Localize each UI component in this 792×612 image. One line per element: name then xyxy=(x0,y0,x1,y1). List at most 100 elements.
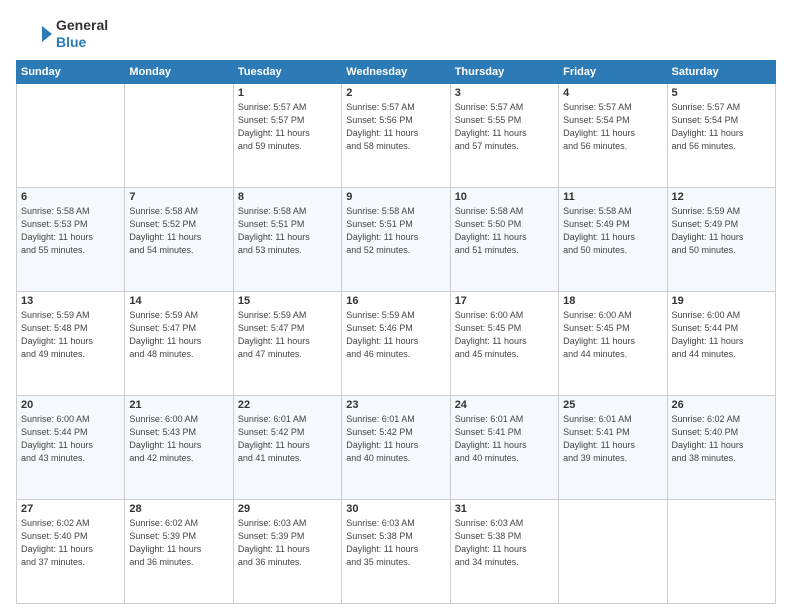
day-info: Sunrise: 5:57 AM Sunset: 5:55 PM Dayligh… xyxy=(455,101,554,153)
day-number: 11 xyxy=(563,191,662,203)
day-number: 4 xyxy=(563,87,662,99)
calendar-cell: 28 Sunrise: 6:02 AM Sunset: 5:39 PM Dayli… xyxy=(125,500,233,604)
day-header: Tuesday xyxy=(233,61,341,84)
header-row: SundayMondayTuesdayWednesdayThursdayFrid… xyxy=(17,61,776,84)
calendar-cell: 30 Sunrise: 6:03 AM Sunset: 5:38 PM Dayli… xyxy=(342,500,450,604)
day-number: 22 xyxy=(238,399,337,411)
calendar-cell: 15Sunrise: 5:59 AM Sunset: 5:47 PM Dayli… xyxy=(233,292,341,396)
day-number: 23 xyxy=(346,399,445,411)
calendar-cell: 4Sunrise: 5:57 AM Sunset: 5:54 PM Daylig… xyxy=(559,84,667,188)
day-number: 17 xyxy=(455,295,554,307)
calendar-week: 20 Sunrise: 6:00 AM Sunset: 5:44 PM Dayli… xyxy=(17,396,776,500)
day-info: Sunrise: 6:00 AM Sunset: 5:43 PM Dayligh… xyxy=(129,413,228,465)
day-info: Sunrise: 5:57 AM Sunset: 5:56 PM Dayligh… xyxy=(346,101,445,153)
day-number: 27 xyxy=(21,503,120,515)
day-info: Sunrise: 6:03 AM Sunset: 5:38 PM Dayligh… xyxy=(346,517,445,569)
day-info: Sunrise: 6:02 AM Sunset: 5:40 PM Dayligh… xyxy=(21,517,120,569)
calendar-cell: 8Sunrise: 5:58 AM Sunset: 5:51 PM Daylig… xyxy=(233,188,341,292)
day-number: 13 xyxy=(21,295,120,307)
calendar-cell: 12 Sunrise: 5:59 AM Sunset: 5:49 PM Dayli… xyxy=(667,188,775,292)
day-number: 26 xyxy=(672,399,771,411)
day-info: Sunrise: 6:01 AM Sunset: 5:42 PM Dayligh… xyxy=(346,413,445,465)
calendar-cell: 1 Sunrise: 5:57 AM Sunset: 5:57 PM Daylig… xyxy=(233,84,341,188)
day-number: 20 xyxy=(21,399,120,411)
calendar-cell: 7Sunrise: 5:58 AM Sunset: 5:52 PM Daylig… xyxy=(125,188,233,292)
day-info: Sunrise: 5:58 AM Sunset: 5:49 PM Dayligh… xyxy=(563,205,662,257)
day-header: Sunday xyxy=(17,61,125,84)
day-header: Wednesday xyxy=(342,61,450,84)
day-info: Sunrise: 5:58 AM Sunset: 5:51 PM Dayligh… xyxy=(238,205,337,257)
day-number: 19 xyxy=(672,295,771,307)
calendar-cell: 5 Sunrise: 5:57 AM Sunset: 5:54 PM Daylig… xyxy=(667,84,775,188)
day-info: Sunrise: 5:58 AM Sunset: 5:50 PM Dayligh… xyxy=(455,205,554,257)
calendar-cell: 11 Sunrise: 5:58 AM Sunset: 5:49 PM Dayli… xyxy=(559,188,667,292)
calendar-cell: 23 Sunrise: 6:01 AM Sunset: 5:42 PM Dayli… xyxy=(342,396,450,500)
logo: GeneralBlue xyxy=(16,16,108,52)
calendar-cell: 17 Sunrise: 6:00 AM Sunset: 5:45 PM Dayli… xyxy=(450,292,558,396)
day-info: Sunrise: 5:59 AM Sunset: 5:48 PM Dayligh… xyxy=(21,309,120,361)
day-number: 14 xyxy=(129,295,228,307)
calendar-cell: 20 Sunrise: 6:00 AM Sunset: 5:44 PM Dayli… xyxy=(17,396,125,500)
day-info: Sunrise: 5:57 AM Sunset: 5:57 PM Dayligh… xyxy=(238,101,337,153)
header: GeneralBlue xyxy=(16,12,776,52)
calendar-cell xyxy=(17,84,125,188)
day-number: 30 xyxy=(346,503,445,515)
day-info: Sunrise: 6:02 AM Sunset: 5:39 PM Dayligh… xyxy=(129,517,228,569)
day-info: Sunrise: 6:00 AM Sunset: 5:45 PM Dayligh… xyxy=(563,309,662,361)
day-info: Sunrise: 6:00 AM Sunset: 5:44 PM Dayligh… xyxy=(672,309,771,361)
day-number: 5 xyxy=(672,87,771,99)
day-info: Sunrise: 5:58 AM Sunset: 5:51 PM Dayligh… xyxy=(346,205,445,257)
logo-blue: Blue xyxy=(56,34,108,51)
calendar-table: SundayMondayTuesdayWednesdayThursdayFrid… xyxy=(16,60,776,604)
calendar-week: 13 Sunrise: 5:59 AM Sunset: 5:48 PM Dayli… xyxy=(17,292,776,396)
calendar-cell: 3 Sunrise: 5:57 AM Sunset: 5:55 PM Daylig… xyxy=(450,84,558,188)
day-info: Sunrise: 6:00 AM Sunset: 5:44 PM Dayligh… xyxy=(21,413,120,465)
calendar-header: SundayMondayTuesdayWednesdayThursdayFrid… xyxy=(17,61,776,84)
day-header: Friday xyxy=(559,61,667,84)
day-number: 1 xyxy=(238,87,337,99)
day-info: Sunrise: 5:57 AM Sunset: 5:54 PM Dayligh… xyxy=(672,101,771,153)
day-info: Sunrise: 5:59 AM Sunset: 5:49 PM Dayligh… xyxy=(672,205,771,257)
calendar-cell: 31Sunrise: 6:03 AM Sunset: 5:38 PM Dayli… xyxy=(450,500,558,604)
day-number: 18 xyxy=(563,295,662,307)
day-number: 3 xyxy=(455,87,554,99)
day-info: Sunrise: 5:59 AM Sunset: 5:46 PM Dayligh… xyxy=(346,309,445,361)
calendar-cell: 18 Sunrise: 6:00 AM Sunset: 5:45 PM Dayli… xyxy=(559,292,667,396)
day-info: Sunrise: 6:01 AM Sunset: 5:41 PM Dayligh… xyxy=(563,413,662,465)
day-info: Sunrise: 6:03 AM Sunset: 5:38 PM Dayligh… xyxy=(455,517,554,569)
day-info: Sunrise: 6:03 AM Sunset: 5:39 PM Dayligh… xyxy=(238,517,337,569)
day-info: Sunrise: 6:01 AM Sunset: 5:41 PM Dayligh… xyxy=(455,413,554,465)
day-number: 16 xyxy=(346,295,445,307)
day-info: Sunrise: 5:58 AM Sunset: 5:53 PM Dayligh… xyxy=(21,205,120,257)
calendar-body: 1 Sunrise: 5:57 AM Sunset: 5:57 PM Daylig… xyxy=(17,84,776,604)
calendar-cell: 2 Sunrise: 5:57 AM Sunset: 5:56 PM Daylig… xyxy=(342,84,450,188)
day-info: Sunrise: 5:58 AM Sunset: 5:52 PM Dayligh… xyxy=(129,205,228,257)
day-header: Thursday xyxy=(450,61,558,84)
calendar-cell: 6Sunrise: 5:58 AM Sunset: 5:53 PM Daylig… xyxy=(17,188,125,292)
calendar-week: 6Sunrise: 5:58 AM Sunset: 5:53 PM Daylig… xyxy=(17,188,776,292)
logo-general: General xyxy=(56,17,108,34)
calendar-cell: 21Sunrise: 6:00 AM Sunset: 5:43 PM Dayli… xyxy=(125,396,233,500)
calendar-cell: 13 Sunrise: 5:59 AM Sunset: 5:48 PM Dayli… xyxy=(17,292,125,396)
calendar-cell: 22Sunrise: 6:01 AM Sunset: 5:42 PM Dayli… xyxy=(233,396,341,500)
calendar-cell: 16 Sunrise: 5:59 AM Sunset: 5:46 PM Dayli… xyxy=(342,292,450,396)
calendar-week: 27 Sunrise: 6:02 AM Sunset: 5:40 PM Dayli… xyxy=(17,500,776,604)
calendar-cell: 27 Sunrise: 6:02 AM Sunset: 5:40 PM Dayli… xyxy=(17,500,125,604)
calendar-cell: 26 Sunrise: 6:02 AM Sunset: 5:40 PM Dayli… xyxy=(667,396,775,500)
logo-text: GeneralBlue xyxy=(56,17,108,51)
calendar-cell: 19 Sunrise: 6:00 AM Sunset: 5:44 PM Dayli… xyxy=(667,292,775,396)
calendar-cell: 9Sunrise: 5:58 AM Sunset: 5:51 PM Daylig… xyxy=(342,188,450,292)
calendar-cell: 25Sunrise: 6:01 AM Sunset: 5:41 PM Dayli… xyxy=(559,396,667,500)
day-number: 29 xyxy=(238,503,337,515)
day-info: Sunrise: 5:59 AM Sunset: 5:47 PM Dayligh… xyxy=(129,309,228,361)
page: GeneralBlue SundayMondayTuesdayWednesday… xyxy=(0,0,792,612)
calendar-cell: 14 Sunrise: 5:59 AM Sunset: 5:47 PM Dayli… xyxy=(125,292,233,396)
calendar-week: 1 Sunrise: 5:57 AM Sunset: 5:57 PM Daylig… xyxy=(17,84,776,188)
day-number: 28 xyxy=(129,503,228,515)
day-number: 12 xyxy=(672,191,771,203)
day-info: Sunrise: 6:02 AM Sunset: 5:40 PM Dayligh… xyxy=(672,413,771,465)
day-number: 2 xyxy=(346,87,445,99)
day-header: Saturday xyxy=(667,61,775,84)
day-info: Sunrise: 6:00 AM Sunset: 5:45 PM Dayligh… xyxy=(455,309,554,361)
day-info: Sunrise: 5:59 AM Sunset: 5:47 PM Dayligh… xyxy=(238,309,337,361)
